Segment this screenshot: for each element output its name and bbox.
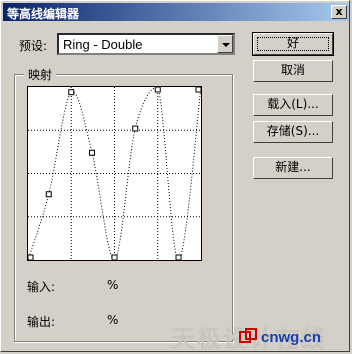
curve-control-point[interactable] <box>27 254 34 261</box>
contour-curve-canvas[interactable] <box>27 86 202 261</box>
window-title: 等高线编辑器 <box>7 7 80 21</box>
preset-value: Ring - Double <box>63 37 143 52</box>
curve-control-point[interactable] <box>195 86 202 93</box>
input-label: 输入: <box>27 280 56 294</box>
save-button-label: 存储(S)... <box>266 124 320 138</box>
load-button[interactable]: 载入(L)... <box>253 94 333 116</box>
mapping-group-title: 映射 <box>24 66 57 83</box>
preset-select[interactable]: Ring - Double <box>57 33 235 55</box>
output-label: 输出: <box>27 315 56 329</box>
curve-control-point[interactable] <box>111 254 118 261</box>
load-button-label: 载入(L)... <box>267 97 319 111</box>
contour-editor-window: 等高线编辑器 x 预设: Ring - Double 映射 输入: % 输出: … <box>0 0 350 353</box>
curve-control-point[interactable] <box>154 86 161 93</box>
curve-control-point[interactable] <box>68 89 75 96</box>
logo-icon <box>239 328 257 343</box>
contour-graph[interactable] <box>27 86 202 261</box>
ok-button[interactable]: 好 <box>252 32 334 56</box>
curve-control-point[interactable] <box>175 254 182 261</box>
input-value: % <box>107 278 119 292</box>
chevron-down-icon[interactable] <box>217 35 233 53</box>
new-button-label: 新建... <box>275 160 311 174</box>
close-button[interactable]: x <box>331 5 347 19</box>
save-button[interactable]: 存储(S)... <box>253 121 333 143</box>
title-bar[interactable]: 等高线编辑器 x <box>3 3 349 21</box>
output-value: % <box>107 313 119 327</box>
close-icon: x <box>335 5 343 18</box>
preset-label: 预设: <box>19 39 48 53</box>
logo-text: cnwg.cn <box>261 329 322 346</box>
cancel-button[interactable]: 取消 <box>253 60 333 82</box>
new-button[interactable]: 新建... <box>253 157 333 179</box>
curve-control-point[interactable] <box>132 125 139 132</box>
curve-control-point[interactable] <box>45 191 52 198</box>
curve-control-point[interactable] <box>89 149 96 156</box>
cancel-button-label: 取消 <box>280 63 305 77</box>
